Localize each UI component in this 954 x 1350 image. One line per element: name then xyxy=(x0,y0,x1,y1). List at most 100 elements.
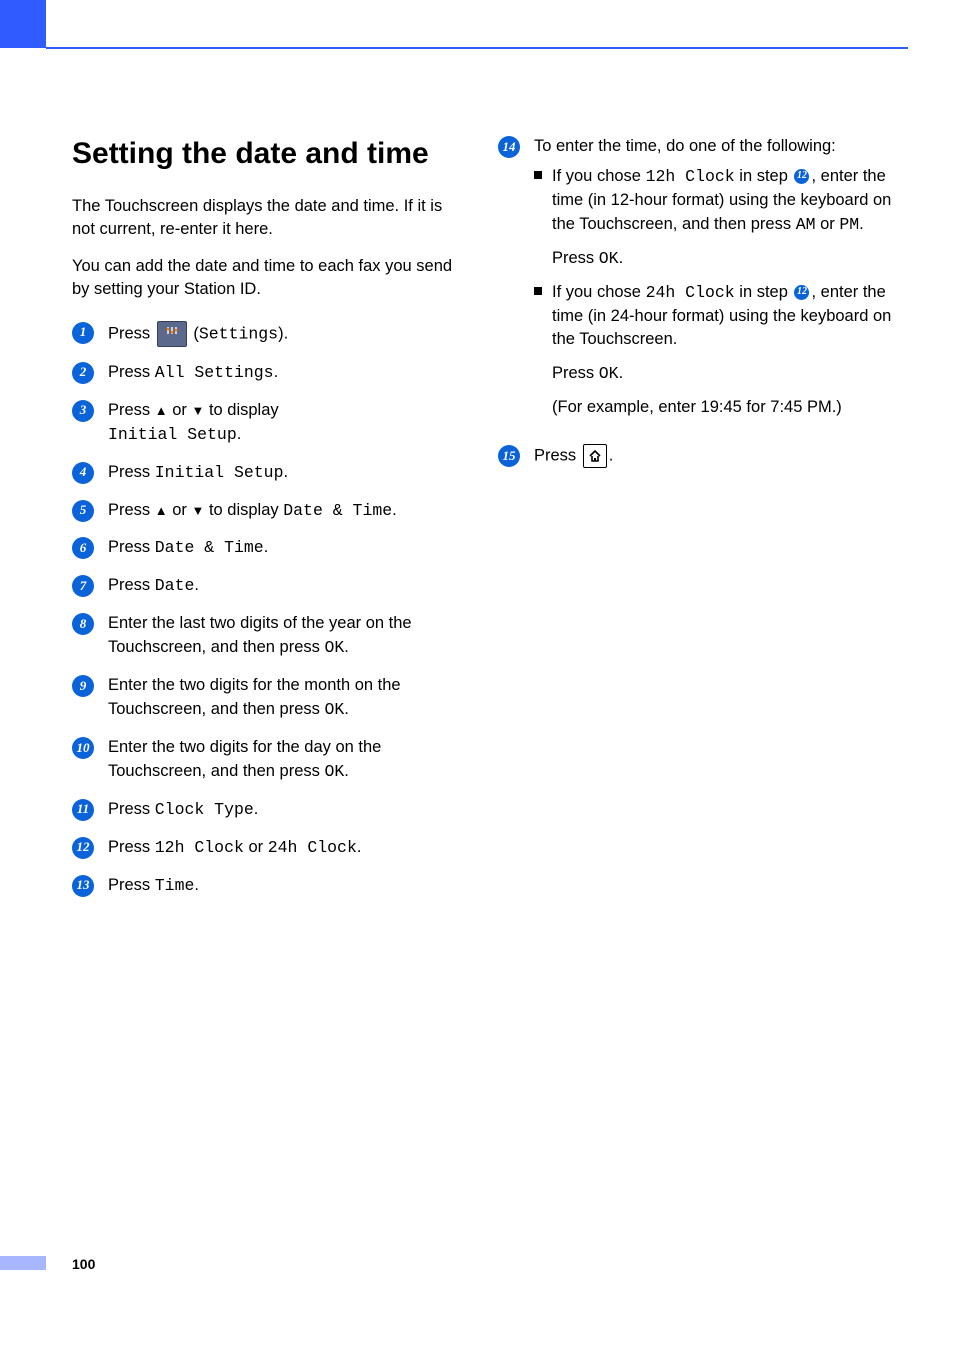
step-body: Press (Settings). xyxy=(108,321,468,347)
text: Press xyxy=(108,401,155,419)
text: Press xyxy=(552,249,599,267)
text: Enter the two digits for the month on th… xyxy=(108,676,401,718)
mono-text: Date & Time xyxy=(283,501,392,520)
mono-text: Time xyxy=(155,876,195,895)
step-bullet: 14 xyxy=(498,136,520,158)
mono-text: OK xyxy=(324,762,344,781)
step-bullet: 13 xyxy=(72,875,94,897)
text: Press xyxy=(108,463,155,481)
text: . xyxy=(194,576,199,594)
text: . xyxy=(237,425,242,443)
text: . xyxy=(619,249,624,267)
mono-text: Initial Setup xyxy=(108,425,237,444)
text: . xyxy=(264,538,269,556)
step-bullet: 15 xyxy=(498,445,520,467)
step-15: 15 Press . xyxy=(498,444,894,468)
mono-text: AM xyxy=(796,215,816,234)
step-bullet: 1 xyxy=(72,322,94,344)
text: Press xyxy=(108,576,155,594)
sub-item-a: If you chose 12h Clock in step 12, enter… xyxy=(534,165,894,271)
sub-body: If you chose 12h Clock in step 12, enter… xyxy=(552,165,894,271)
paragraph: Press OK. xyxy=(552,362,894,386)
step-bullet: 5 xyxy=(72,500,94,522)
mono-text: Settings xyxy=(199,324,278,343)
text: Press xyxy=(108,838,155,856)
text: . xyxy=(344,638,349,656)
text: or xyxy=(244,838,268,856)
text: Enter the last two digits of the year on… xyxy=(108,614,412,656)
mono-text: Date xyxy=(155,576,195,595)
step-5: 5 Press ▲ or ▼ to display Date & Time. xyxy=(72,499,468,523)
text: to display xyxy=(204,501,283,519)
text: in step xyxy=(735,167,793,185)
step-9: 9 Enter the two digits for the month on … xyxy=(72,674,468,722)
text: or xyxy=(168,501,192,519)
text: Press xyxy=(108,538,155,556)
step-14: 14 To enter the time, do one of the foll… xyxy=(498,135,894,430)
text: . xyxy=(859,215,864,233)
text: . xyxy=(284,463,289,481)
text: Press xyxy=(108,501,155,519)
step-4: 4 Press Initial Setup. xyxy=(72,461,468,485)
mono-text: PM xyxy=(839,215,859,234)
mono-text: 12h Clock xyxy=(646,167,735,186)
page-title: Setting the date and time xyxy=(72,135,468,173)
step-ref-bullet: 12 xyxy=(794,169,809,184)
settings-icon xyxy=(157,321,187,347)
mono-text: OK xyxy=(324,638,344,657)
text: or xyxy=(168,401,192,419)
text: Press xyxy=(108,800,155,818)
text: Press xyxy=(108,363,155,381)
text: . xyxy=(254,800,259,818)
down-arrow-icon: ▼ xyxy=(191,403,204,418)
sub-body: If you chose 24h Clock in step 12, enter… xyxy=(552,281,894,421)
up-arrow-icon: ▲ xyxy=(155,503,168,518)
paragraph: (For example, enter 19:45 for 7:45 PM.) xyxy=(552,396,894,420)
text: in step xyxy=(735,283,793,301)
sub-item-b: If you chose 24h Clock in step 12, enter… xyxy=(534,281,894,421)
step-body: Press All Settings. xyxy=(108,361,468,385)
step-body: Press Date. xyxy=(108,574,468,598)
home-icon xyxy=(583,444,607,468)
text: . xyxy=(344,700,349,718)
text: . xyxy=(194,876,199,894)
step-bullet: 12 xyxy=(72,837,94,859)
step-2: 2 Press All Settings. xyxy=(72,361,468,385)
step-12: 12 Press 12h Clock or 24h Clock. xyxy=(72,836,468,860)
mono-text: Initial Setup xyxy=(155,463,284,482)
step-bullet: 6 xyxy=(72,537,94,559)
text: or xyxy=(816,215,840,233)
step-ref-bullet: 12 xyxy=(794,285,809,300)
mono-text: All Settings xyxy=(155,363,274,382)
square-bullet-icon xyxy=(534,171,542,179)
mono-text: 24h Clock xyxy=(268,838,357,857)
text: to display xyxy=(204,401,278,419)
intro-paragraph-1: The Touchscreen displays the date and ti… xyxy=(72,195,468,241)
text: ( xyxy=(189,324,199,342)
text: . xyxy=(344,762,349,780)
step-bullet: 7 xyxy=(72,575,94,597)
text: Press xyxy=(108,324,155,342)
step-11: 11 Press Clock Type. xyxy=(72,798,468,822)
mono-text: 24h Clock xyxy=(646,283,735,302)
step-10: 10 Enter the two digits for the day on t… xyxy=(72,736,468,784)
step-list: 1 Press (Settings). 2 Press All Settings… xyxy=(72,321,468,898)
step-bullet: 8 xyxy=(72,613,94,635)
step-8: 8 Enter the last two digits of the year … xyxy=(72,612,468,660)
step-body: Enter the two digits for the day on the … xyxy=(108,736,468,784)
main-content: Setting the date and time The Touchscree… xyxy=(72,135,894,912)
step-bullet: 10 xyxy=(72,737,94,759)
text: To enter the time, do one of the followi… xyxy=(534,137,836,155)
text: ). xyxy=(278,324,288,342)
step-body: Press Clock Type. xyxy=(108,798,468,822)
step-body: To enter the time, do one of the followi… xyxy=(534,135,894,430)
up-arrow-icon: ▲ xyxy=(155,403,168,418)
text: If you chose xyxy=(552,283,646,301)
step-bullet: 3 xyxy=(72,400,94,422)
step-bullet: 9 xyxy=(72,675,94,697)
text: If you chose xyxy=(552,167,646,185)
text: . xyxy=(274,363,279,381)
mono-text: 12h Clock xyxy=(155,838,244,857)
step-body: Press Time. xyxy=(108,874,468,898)
step-body: Enter the two digits for the month on th… xyxy=(108,674,468,722)
